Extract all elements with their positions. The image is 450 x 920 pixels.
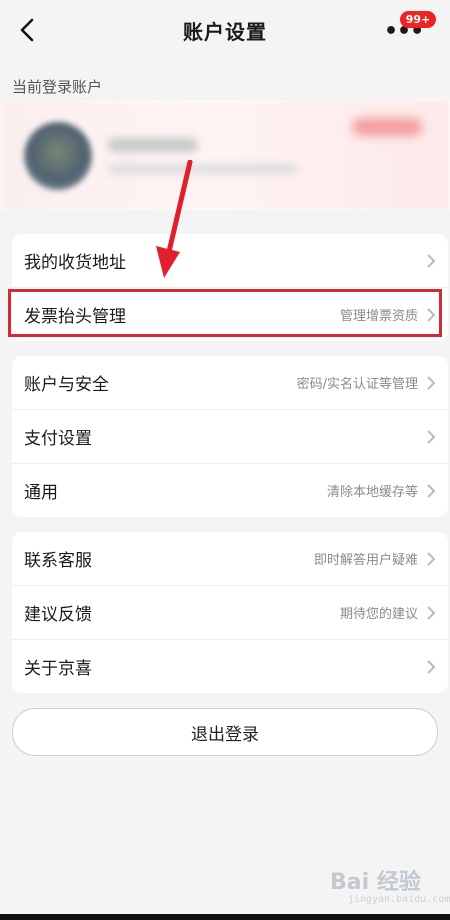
chevron-right-icon	[427, 606, 436, 620]
row-account-security[interactable]: 账户与安全 密码/实名认证等管理	[12, 356, 448, 410]
account-name-blurred	[108, 138, 198, 152]
notification-badge: 99+	[400, 11, 436, 28]
row-label: 我的收货地址	[24, 253, 126, 273]
row-feedback[interactable]: 建议反馈 期待您的建议	[12, 586, 448, 640]
row-hint: 管理增票资质	[339, 309, 418, 324]
row-label: 关于京喜	[24, 659, 92, 679]
settings-group-address: 我的收货地址 发票抬头管理 管理增票资质	[12, 234, 448, 341]
current-account-label: 当前登录账户	[12, 78, 103, 96]
row-invoice-title[interactable]: 发票抬头管理 管理增票资质	[12, 288, 448, 341]
row-hint: 即时解答用户疑难	[313, 553, 418, 568]
chevron-right-icon	[427, 254, 436, 268]
header-bar: 账户设置 ••• 99+	[0, 0, 450, 62]
chevron-right-icon	[427, 376, 436, 390]
row-label: 账户与安全	[24, 375, 109, 395]
row-label: 联系客服	[24, 551, 92, 571]
avatar	[24, 122, 92, 190]
row-customer-service[interactable]: 联系客服 即时解答用户疑难	[12, 532, 448, 586]
chevron-right-icon	[427, 308, 436, 322]
watermark-text: Bai 经验	[330, 870, 421, 895]
row-about[interactable]: 关于京喜	[12, 640, 448, 693]
row-hint: 密码/实名认证等管理	[296, 377, 418, 392]
account-tag-blurred	[352, 118, 422, 136]
row-label: 建议反馈	[24, 605, 92, 625]
account-card[interactable]	[0, 100, 450, 210]
chevron-right-icon	[427, 552, 436, 566]
settings-group-account: 账户与安全 密码/实名认证等管理 支付设置 通用 清除本地缓存等	[12, 356, 448, 517]
bottom-bar	[0, 914, 450, 920]
row-hint: 清除本地缓存等	[326, 485, 418, 500]
watermark-logo: Bai 经验 jingyan.baidu.com	[330, 862, 450, 910]
row-shipping-address[interactable]: 我的收货地址	[12, 234, 448, 288]
chevron-right-icon	[427, 430, 436, 444]
row-label: 支付设置	[24, 429, 92, 449]
more-button[interactable]: ••• 99+	[384, 11, 436, 45]
row-payment-settings[interactable]: 支付设置	[12, 410, 448, 464]
chevron-right-icon	[427, 484, 436, 498]
account-info-blurred	[108, 164, 298, 174]
logout-label: 退出登录	[191, 724, 259, 745]
logout-button[interactable]: 退出登录	[12, 708, 438, 756]
row-general[interactable]: 通用 清除本地缓存等	[12, 464, 448, 517]
row-label: 通用	[24, 483, 58, 503]
row-label: 发票抬头管理	[24, 307, 126, 327]
row-hint: 期待您的建议	[339, 607, 418, 622]
page-title: 账户设置	[183, 20, 267, 44]
settings-group-support: 联系客服 即时解答用户疑难 建议反馈 期待您的建议 关于京喜	[12, 532, 448, 693]
chevron-right-icon	[427, 660, 436, 674]
watermark-subtext: jingyan.baidu.com	[348, 894, 450, 905]
more-dots-icon: •••	[384, 19, 424, 44]
